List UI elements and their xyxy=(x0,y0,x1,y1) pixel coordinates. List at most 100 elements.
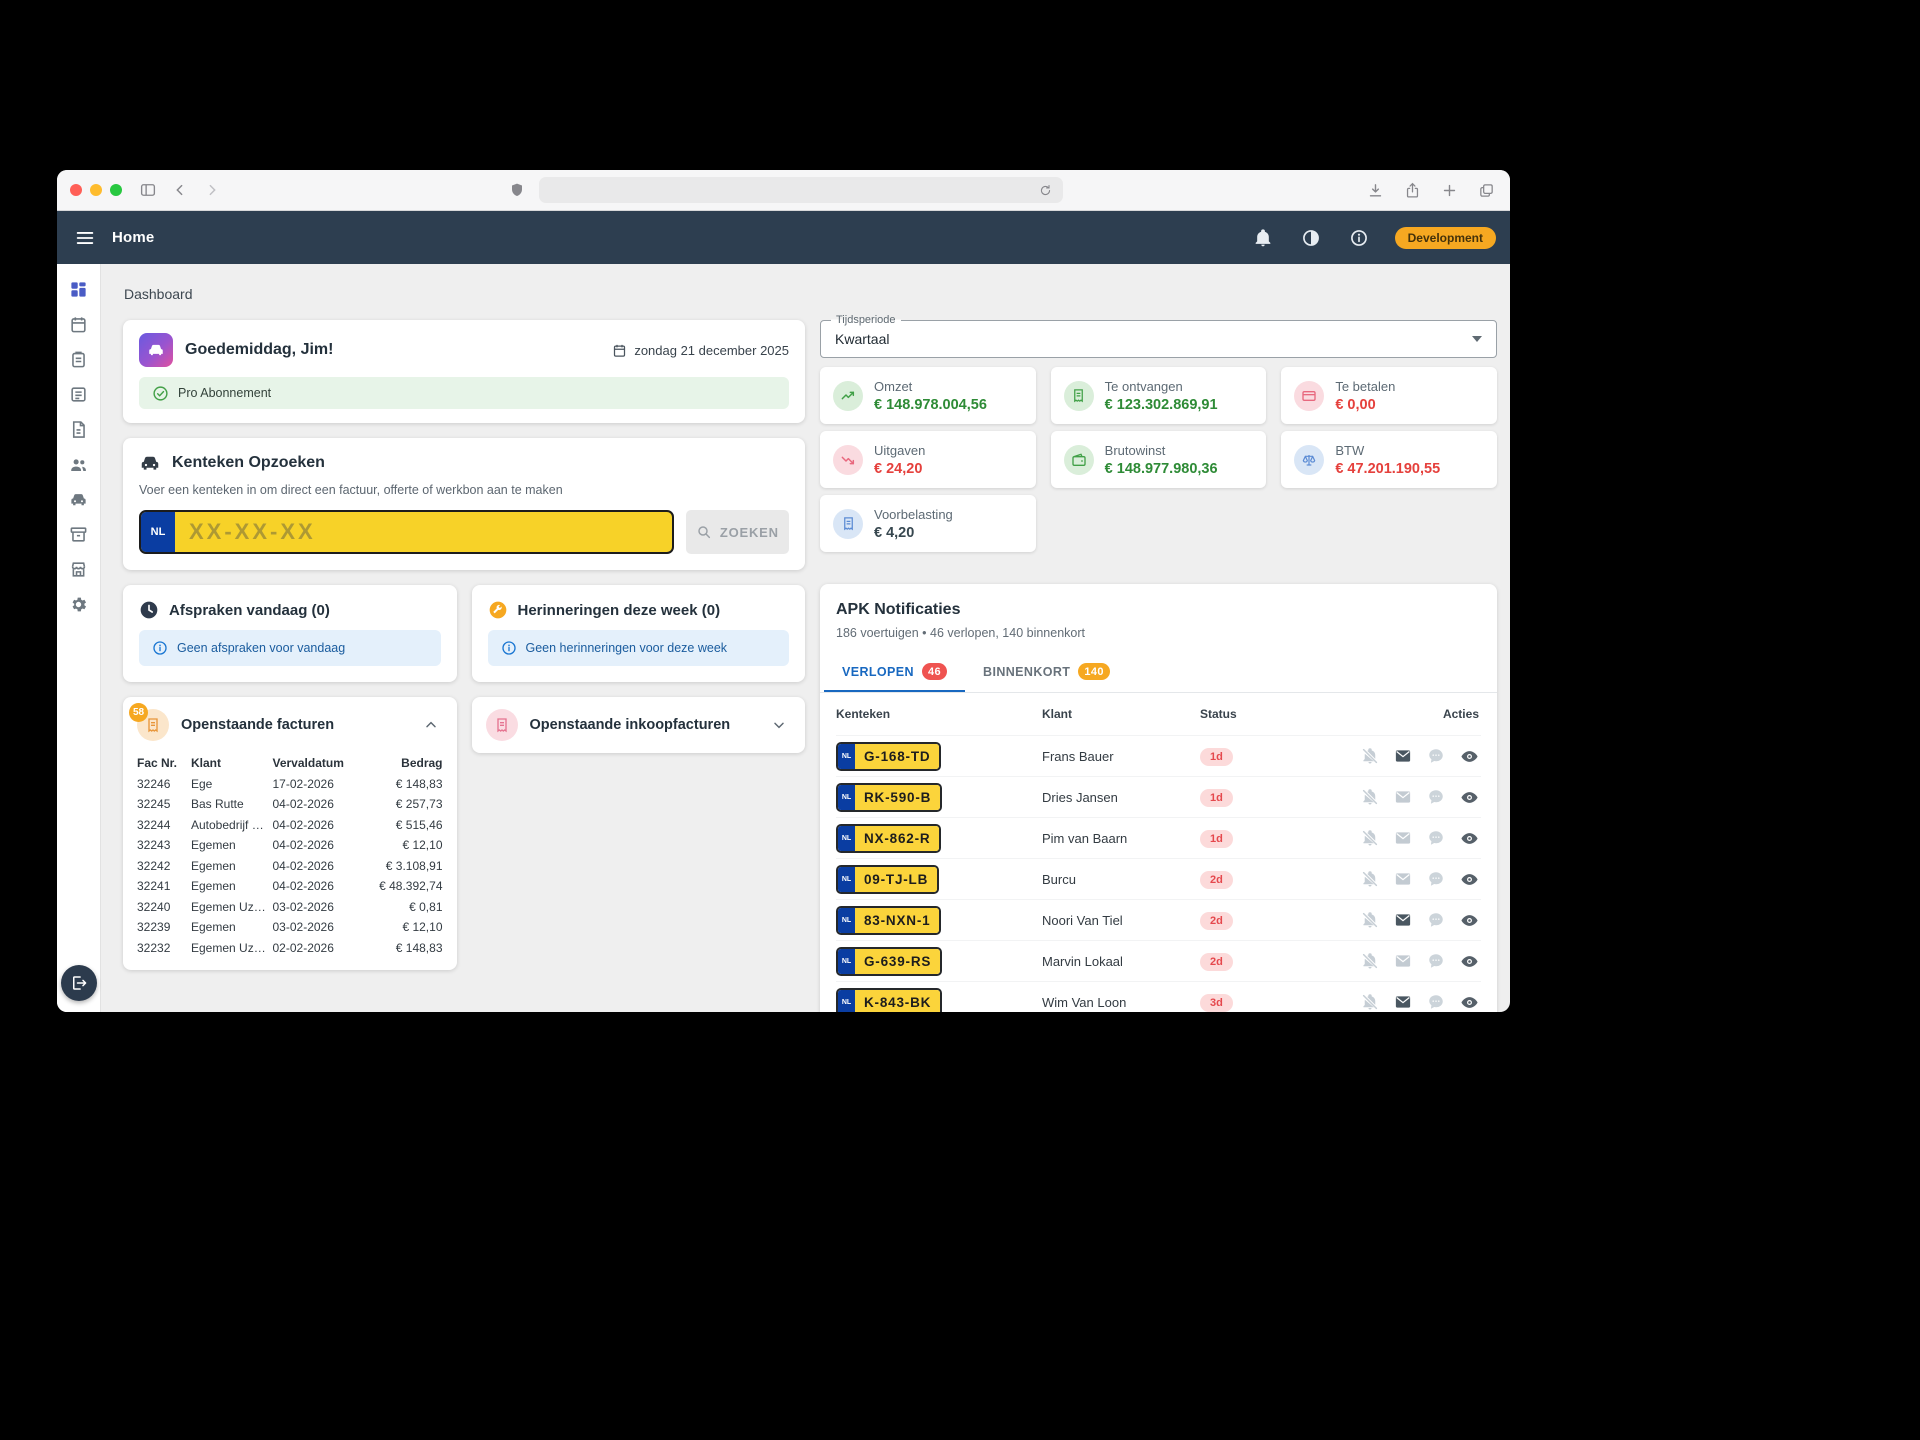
notifications-muted-icon[interactable] xyxy=(1360,828,1380,848)
minimize-window-button[interactable] xyxy=(90,184,102,196)
license-plate: NL K-843-BK xyxy=(836,988,942,1013)
breadcrumb: Dashboard xyxy=(124,286,1497,302)
notifications-muted-icon[interactable] xyxy=(1360,910,1380,930)
notifications-muted-icon[interactable] xyxy=(1360,992,1380,1012)
sidebar-item-dashboard[interactable] xyxy=(57,272,101,307)
send-mail-icon[interactable] xyxy=(1393,787,1413,807)
sidebar-item-klanten[interactable] xyxy=(57,447,101,482)
info-icon[interactable] xyxy=(1347,226,1371,250)
invoice-amount: € 257,73 xyxy=(365,794,443,815)
menu-icon[interactable] xyxy=(71,224,99,252)
stat-label: Te betalen xyxy=(1335,379,1395,394)
zoom-window-button[interactable] xyxy=(110,184,122,196)
notifications-muted-icon[interactable] xyxy=(1360,787,1380,807)
send-mail-icon[interactable] xyxy=(1393,992,1413,1012)
tab-binnenkort[interactable]: BINNENKORT 140 xyxy=(965,654,1128,692)
send-mail-icon[interactable] xyxy=(1393,951,1413,971)
notifications-muted-icon[interactable] xyxy=(1360,951,1380,971)
send-message-icon[interactable] xyxy=(1426,910,1446,930)
send-mail-icon[interactable] xyxy=(1393,828,1413,848)
send-mail-icon[interactable] xyxy=(1393,869,1413,889)
stat-card: Omzet € 148.978.004,56 xyxy=(820,367,1036,424)
send-message-icon[interactable] xyxy=(1426,828,1446,848)
plate-country-strip: NL xyxy=(838,867,855,892)
stat-icon xyxy=(1064,445,1094,475)
app-header: Home Development xyxy=(57,211,1510,264)
send-message-icon[interactable] xyxy=(1426,869,1446,889)
notifications-muted-icon[interactable] xyxy=(1360,869,1380,889)
invoice-count-badge: 58 xyxy=(129,703,148,722)
plate-number: RK-590-B xyxy=(855,785,940,810)
zoeken-button[interactable]: ZOEKEN xyxy=(686,510,789,554)
column-header: Fac Nr. xyxy=(137,753,187,774)
tab-overview-icon[interactable] xyxy=(1474,178,1498,202)
invoice-number: 32246 xyxy=(137,774,187,795)
kenteken-input[interactable] xyxy=(175,512,672,552)
view-details-icon[interactable] xyxy=(1459,992,1479,1012)
downloads-icon[interactable] xyxy=(1363,178,1387,202)
customer-name: Burcu xyxy=(1042,872,1200,887)
apk-notification-row: NL K-843-BK Wim Van Loon 3d xyxy=(836,981,1481,1012)
view-details-icon[interactable] xyxy=(1459,951,1479,971)
send-mail-icon[interactable] xyxy=(1393,910,1413,930)
send-mail-icon[interactable] xyxy=(1393,746,1413,766)
apk-table: Kenteken Klant Status Acties xyxy=(820,693,1497,1012)
logout-button[interactable] xyxy=(61,965,97,1001)
plate-country-strip: NL xyxy=(838,990,855,1013)
forward-icon[interactable] xyxy=(200,178,224,202)
plate-number: K-843-BK xyxy=(855,990,940,1013)
address-bar[interactable] xyxy=(539,177,1063,203)
send-message-icon[interactable] xyxy=(1426,992,1446,1012)
table-row: 32243 Egemen 04-02-2026 € 12,10 xyxy=(137,835,443,856)
theme-toggle-icon[interactable] xyxy=(1299,226,1323,250)
invoice-due-date: 04-02-2026 xyxy=(273,856,361,877)
afspraken-card: Afspraken vandaag (0) Geen afspraken voo… xyxy=(123,585,457,682)
expand-chevron-down-icon[interactable] xyxy=(767,713,791,737)
shield-icon[interactable] xyxy=(505,178,529,202)
stat-value: € 4,20 xyxy=(874,525,953,541)
stat-label: Brutowinst xyxy=(1105,443,1218,458)
send-message-icon[interactable] xyxy=(1426,951,1446,971)
sidebar-item-instellingen[interactable] xyxy=(57,587,101,622)
desktop-background: Home Development xyxy=(0,0,1920,1440)
view-details-icon[interactable] xyxy=(1459,787,1479,807)
openstaande-facturen-card: 58 Openstaande facturen xyxy=(123,697,457,970)
status-badge: 1d xyxy=(1200,789,1233,807)
sidebar-item-voertuigen[interactable] xyxy=(57,482,101,517)
view-details-icon[interactable] xyxy=(1459,869,1479,889)
plate-number: G-168-TD xyxy=(855,744,939,769)
collapse-chevron-up-icon[interactable] xyxy=(419,713,443,737)
notifications-muted-icon[interactable] xyxy=(1360,746,1380,766)
send-message-icon[interactable] xyxy=(1426,787,1446,807)
table-row: 32232 Egemen Uzunali2 02-02-2026 € 148,8… xyxy=(137,938,443,959)
view-details-icon[interactable] xyxy=(1459,746,1479,766)
tab-verlopen[interactable]: VERLOPEN 46 xyxy=(824,654,965,692)
notifications-bell-icon[interactable] xyxy=(1251,226,1275,250)
calendar-icon xyxy=(612,343,627,358)
invoice-number: 32244 xyxy=(137,815,187,836)
stat-card: Te ontvangen € 123.302.869,91 xyxy=(1051,367,1267,424)
sidebar-item-winkel[interactable] xyxy=(57,552,101,587)
view-details-icon[interactable] xyxy=(1459,910,1479,930)
sidebar-item-werkbonnen[interactable] xyxy=(57,342,101,377)
back-icon[interactable] xyxy=(168,178,192,202)
stat-card: Voorbelasting € 4,20 xyxy=(820,495,1036,552)
new-tab-icon[interactable] xyxy=(1437,178,1461,202)
invoice-amount: € 12,10 xyxy=(365,917,443,938)
close-window-button[interactable] xyxy=(70,184,82,196)
send-message-icon[interactable] xyxy=(1426,746,1446,766)
sidebar-toggle-icon[interactable] xyxy=(136,178,160,202)
stat-card: Te betalen € 0,00 xyxy=(1281,367,1497,424)
tijdsperiode-select[interactable]: Tijdsperiode Kwartaal xyxy=(820,320,1497,358)
status-badge: 2d xyxy=(1200,953,1233,971)
stat-value: € 123.302.869,91 xyxy=(1105,397,1218,413)
sidebar-item-facturen[interactable] xyxy=(57,412,101,447)
sidebar-item-agenda[interactable] xyxy=(57,307,101,342)
apk-notification-row: NL 83-NXN-1 Noori Van Tiel 2d xyxy=(836,899,1481,940)
reload-icon[interactable] xyxy=(1037,181,1055,199)
sidebar-item-voorraad[interactable] xyxy=(57,517,101,552)
view-details-icon[interactable] xyxy=(1459,828,1479,848)
sidebar-item-offertes[interactable] xyxy=(57,377,101,412)
share-icon[interactable] xyxy=(1400,178,1424,202)
current-date: zondag 21 december 2025 xyxy=(634,343,789,358)
